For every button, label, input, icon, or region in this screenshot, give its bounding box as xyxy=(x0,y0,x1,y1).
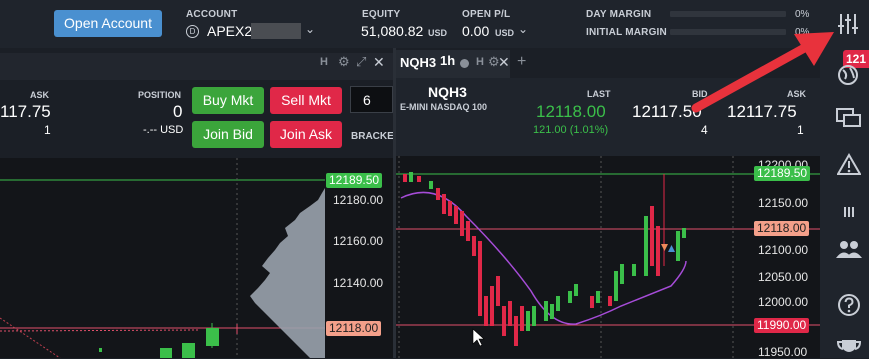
symbol-description: E-MINI NASDAQ 100 xyxy=(400,102,488,112)
account-name[interactable]: APEX2 xyxy=(207,23,252,39)
right-price-tag-low: 11990.00 xyxy=(754,318,810,333)
chevron-down-icon[interactable]: ⌄ xyxy=(518,22,528,36)
left-ask-label: ASK xyxy=(30,90,50,100)
account-label: ACCOUNT xyxy=(186,9,238,20)
day-margin-value: 0% xyxy=(795,9,810,20)
symbol: NQH3 xyxy=(428,84,467,100)
left-panel-header xyxy=(0,53,393,80)
header-h-button[interactable]: H xyxy=(320,56,328,68)
equity-currency: USD xyxy=(428,28,448,38)
right-price-tag-top: 12189.50 xyxy=(754,166,811,181)
last-change: 121.00 (1.01%) xyxy=(533,124,609,136)
sell-market-button[interactable]: Sell Mkt xyxy=(270,87,342,114)
left-price-tag-bottom: 12118.00 xyxy=(326,321,382,336)
openpl-label: OPEN P/L xyxy=(462,9,511,20)
right-price-label: 11950.00 xyxy=(758,345,808,359)
equity-value: 51,080.82 xyxy=(361,23,424,39)
gear-icon[interactable]: ⚙ xyxy=(338,54,350,70)
alert-icon[interactable] xyxy=(837,153,861,175)
right-price-label: 12050.00 xyxy=(758,270,809,284)
right-price-tag-mid: 12118.00 xyxy=(754,221,810,236)
account-redacted xyxy=(251,23,301,39)
left-price-label: 12160.00 xyxy=(333,234,384,248)
right-price-label: 12100.00 xyxy=(758,243,809,257)
equity-label: EQUITY xyxy=(362,9,401,20)
join-ask-button[interactable]: Join Ask xyxy=(270,121,342,148)
day-margin-label: DAY MARGIN xyxy=(586,9,652,20)
left-ask-value: 117.75 xyxy=(0,102,51,121)
tab-status-dot xyxy=(460,59,469,68)
right-price-label: 12150.00 xyxy=(758,196,809,210)
openpl-value: 0.00 xyxy=(462,23,490,39)
help-icon[interactable] xyxy=(837,293,861,317)
header-h-button[interactable]: H xyxy=(476,56,484,68)
left-price-label: 12180.00 xyxy=(333,193,384,207)
annotation-arrow-icon xyxy=(691,32,834,113)
add-tab-button[interactable]: + xyxy=(517,53,526,71)
open-account-button[interactable]: Open Account xyxy=(54,10,162,37)
chevron-down-icon[interactable]: ⌄ xyxy=(305,22,315,36)
account-type-icon: D xyxy=(186,25,199,38)
openpl-currency: USD xyxy=(495,28,515,38)
tab-symbol: NQH3 xyxy=(400,55,437,70)
position-usd: -.-- USD xyxy=(143,124,184,136)
users-icon[interactable] xyxy=(835,238,863,260)
position-value: 0 xyxy=(173,102,183,121)
initial-margin-label: INITIAL MARGIN xyxy=(586,27,667,38)
close-icon[interactable]: ✕ xyxy=(498,54,510,71)
join-bid-button[interactable]: Join Bid xyxy=(192,121,264,148)
left-price-tag-top: 12189.50 xyxy=(326,173,383,188)
close-icon[interactable]: ✕ xyxy=(373,54,385,71)
quantity-input[interactable]: 6 xyxy=(350,86,393,113)
left-price-label: 12140.00 xyxy=(333,276,384,290)
position-label: POSITION xyxy=(138,90,182,100)
last-value: 12118.00 xyxy=(536,102,606,121)
buy-market-button[interactable]: Buy Mkt xyxy=(192,87,264,114)
trophy-icon[interactable] xyxy=(837,338,861,358)
expand-icon[interactable]: ⤢ xyxy=(356,54,366,70)
last-label: LAST xyxy=(587,89,611,99)
globe-icon[interactable] xyxy=(837,64,859,86)
right-price-label: 12000.00 xyxy=(758,295,809,309)
right-ask-size: 1 xyxy=(797,123,804,137)
left-ask-size: 1 xyxy=(44,123,51,137)
bid-size: 4 xyxy=(701,123,708,137)
day-margin-bar xyxy=(670,11,786,17)
bars-icon[interactable] xyxy=(842,205,856,219)
tab-interval: 1h xyxy=(440,53,456,68)
